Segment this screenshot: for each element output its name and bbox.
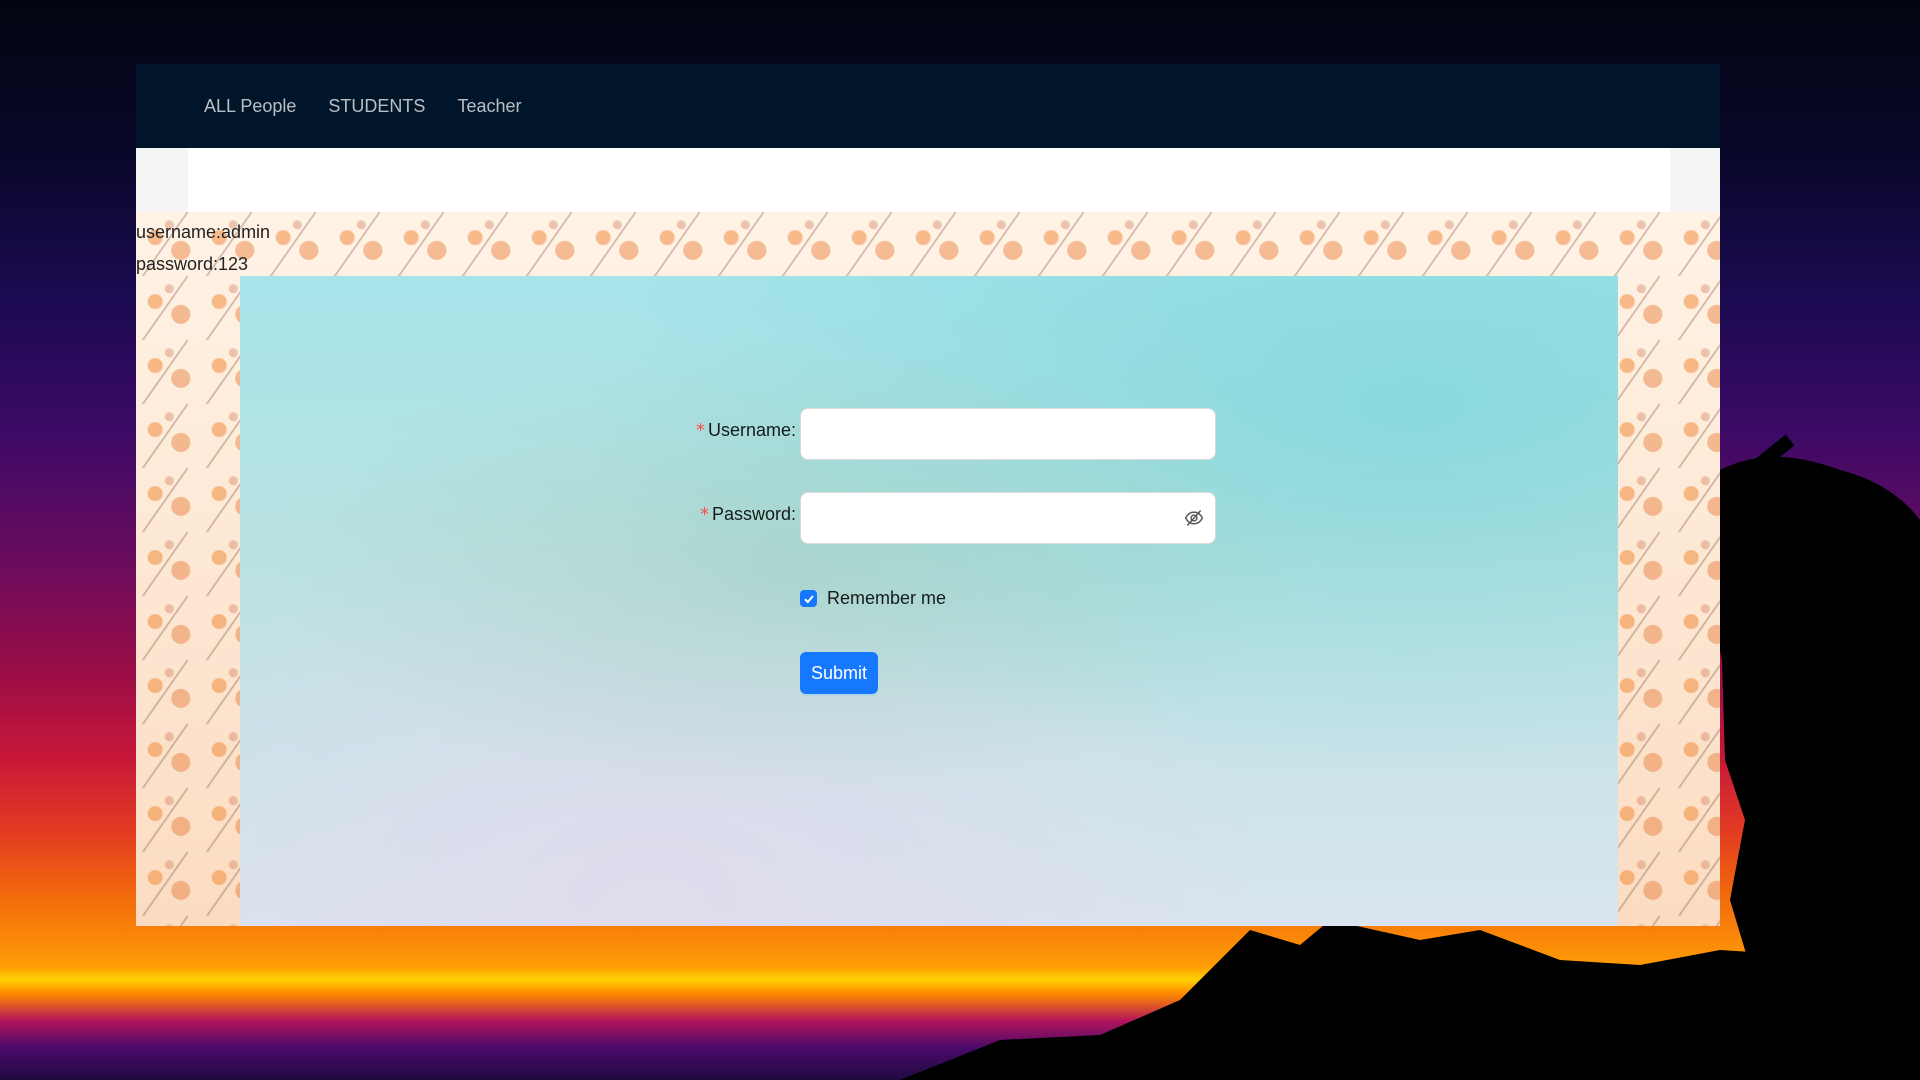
app-window: ALL People STUDENTS Teacher username:adm…	[136, 64, 1720, 926]
nav-item-teacher[interactable]: Teacher	[441, 64, 537, 148]
nav-item-students[interactable]: STUDENTS	[312, 64, 441, 148]
header-strip-inner	[188, 148, 1670, 212]
submit-button[interactable]: Submit	[800, 652, 878, 694]
top-navbar: ALL People STUDENTS Teacher	[136, 64, 1720, 148]
username-label-colon: :	[790, 420, 796, 440]
remember-me-label: Remember me	[827, 588, 947, 608]
password-label-colon: :	[790, 504, 796, 524]
check-icon	[803, 594, 814, 603]
checkbox-box[interactable]	[800, 590, 817, 607]
password-row: * Password:	[240, 492, 1618, 544]
required-mark: *	[699, 504, 709, 525]
eye-invisible-icon[interactable]	[1184, 508, 1204, 528]
username-label-text: Username	[707, 420, 791, 440]
credentials-hint: username:admin password:123	[136, 216, 270, 280]
login-form-panel: * Username: * Password: Remember me Subm…	[240, 276, 1618, 926]
required-mark: *	[695, 420, 705, 441]
username-row: * Username:	[240, 408, 1618, 460]
username-hint: username:admin	[136, 222, 271, 242]
password-label-text: Password	[711, 504, 791, 524]
username-label: * Username:	[696, 420, 796, 441]
remember-me-checkbox[interactable]: Remember me	[800, 588, 946, 609]
header-strip	[136, 148, 1720, 212]
password-label: * Password:	[700, 504, 796, 525]
nav-item-all-people[interactable]: ALL People	[204, 64, 312, 148]
main-content: username:admin password:123 * Username: *…	[136, 212, 1720, 926]
password-input[interactable]	[800, 492, 1216, 544]
username-input[interactable]	[800, 408, 1216, 460]
